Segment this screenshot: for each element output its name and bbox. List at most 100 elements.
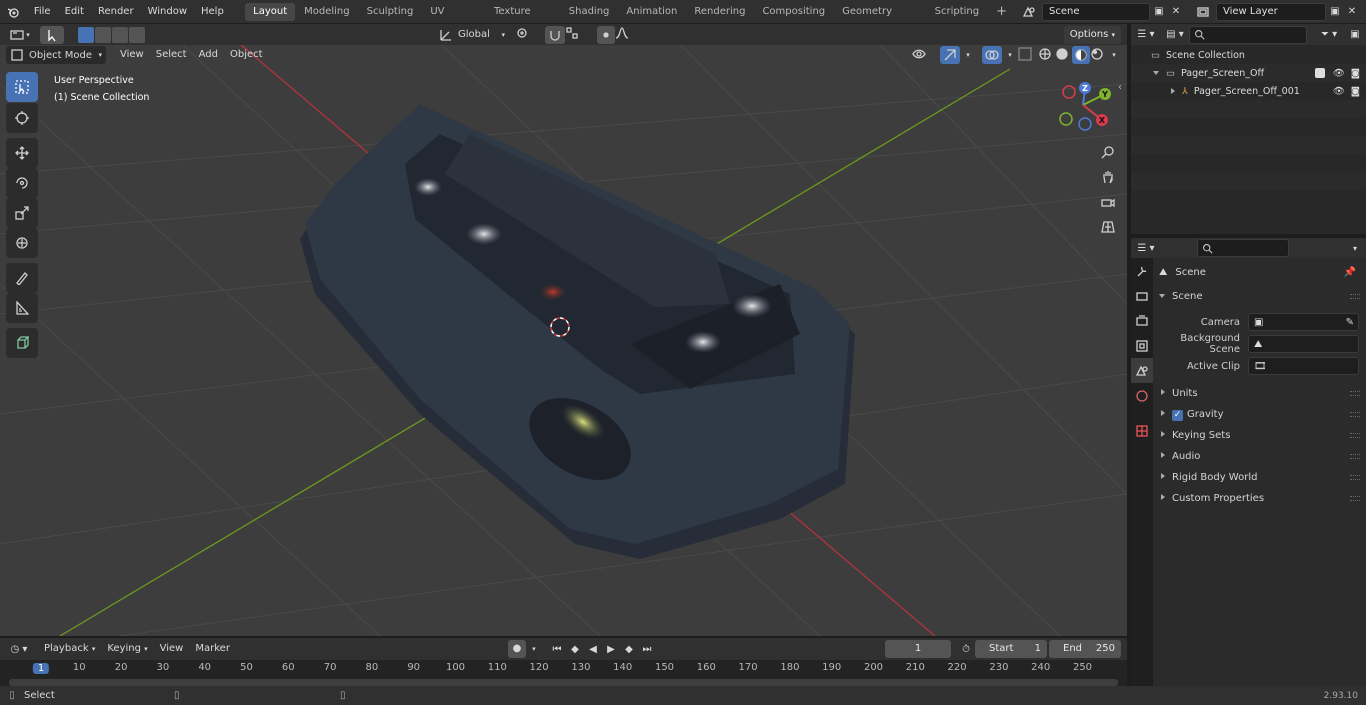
shading-wireframe-icon[interactable] xyxy=(1038,47,1055,64)
shading-dropdown-icon[interactable]: ▾ xyxy=(1107,51,1121,59)
tab-modeling[interactable]: Modeling xyxy=(296,3,358,21)
overlay-toggle-icon[interactable] xyxy=(982,46,1002,64)
play-button[interactable]: ▶ xyxy=(602,644,620,655)
properties-search-input[interactable] xyxy=(1197,239,1289,257)
tab-rendering[interactable]: Rendering xyxy=(686,3,753,21)
panel-rigid-body-world-header[interactable]: Rigid Body World xyxy=(1153,467,1366,488)
rotate-tool[interactable] xyxy=(6,168,38,198)
timeline-menu-keying[interactable]: Keying ▾ xyxy=(101,640,153,658)
add-cube-tool[interactable] xyxy=(6,328,38,358)
outliner-filter-icon[interactable]: ⏷ ▾ xyxy=(1314,29,1344,40)
falloff-icon[interactable] xyxy=(615,26,637,43)
jump-start-button[interactable]: ⏮ xyxy=(548,644,566,655)
overlay-dropdown-icon[interactable]: ▾ xyxy=(1002,51,1018,59)
snap-element-icon[interactable] xyxy=(565,26,589,43)
pivot-point-icon[interactable] xyxy=(515,26,545,43)
tab-tool-icon[interactable] xyxy=(1131,258,1153,283)
outliner-row-collection[interactable]: ▭ Pager_Screen_Off 👁 ◙ xyxy=(1131,64,1366,82)
viewport-menu-view[interactable]: View xyxy=(114,46,150,64)
xray-toggle-icon[interactable] xyxy=(1018,46,1038,64)
expand-arrow-icon[interactable] xyxy=(1153,71,1159,75)
panel-scene-header[interactable]: Scene xyxy=(1153,286,1366,307)
timeline-editor-type-icon[interactable]: ◷ ▾ xyxy=(0,644,38,655)
collapse-sidebar-icon[interactable]: ‹ xyxy=(1118,82,1122,93)
timeline-scrollbar[interactable] xyxy=(9,679,1118,686)
end-frame-field[interactable]: End 250 xyxy=(1049,640,1121,658)
play-reverse-button[interactable]: ◀ xyxy=(584,644,602,655)
3d-viewport[interactable]: User Perspective (1) Scene Collection Z … xyxy=(0,24,1127,636)
shading-rendered-icon[interactable] xyxy=(1090,47,1107,64)
panel-units-header[interactable]: Units xyxy=(1153,383,1366,404)
tab-uv-editing[interactable]: UV Editing xyxy=(422,3,485,35)
view-layer-icon[interactable] xyxy=(1190,5,1216,19)
scene-selector-icon[interactable] xyxy=(1016,5,1042,19)
record-button[interactable]: ● xyxy=(507,640,526,658)
tab-animation[interactable]: Animation xyxy=(618,3,685,21)
delete-scene-icon[interactable]: ✕ xyxy=(1168,6,1184,17)
pager-model[interactable] xyxy=(300,104,855,559)
timeline-area[interactable]: 1 10 20 30 40 50 60 70 80 90 100 110 120 130 140 150 160… xyxy=(0,660,1127,686)
mode-dropdown[interactable]: Object Mode ▾ xyxy=(6,46,106,64)
options-dropdown[interactable]: Options ▾ xyxy=(1063,25,1121,44)
blender-logo-icon[interactable] xyxy=(0,5,27,19)
navigation-gizmo[interactable]: Z Y X xyxy=(1055,79,1115,134)
shading-solid-icon[interactable] xyxy=(1055,47,1072,64)
select-invert-icon[interactable] xyxy=(129,26,145,43)
menu-help[interactable]: Help xyxy=(194,0,231,24)
viewport-menu-add[interactable]: Add xyxy=(193,46,224,64)
tab-sculpting[interactable]: Sculpting xyxy=(359,3,422,21)
active-tool-icon[interactable] xyxy=(40,25,64,44)
outliner-row-object[interactable]: ⅄ Pager_Screen_Off_001 👁 ◙ xyxy=(1131,82,1366,100)
gravity-checkbox[interactable]: ✓ xyxy=(1172,410,1183,421)
viewport-menu-select[interactable]: Select xyxy=(150,46,193,64)
perspective-toggle-icon[interactable] xyxy=(1097,216,1119,238)
shading-material-icon[interactable] xyxy=(1072,46,1090,64)
view-layer-field[interactable]: View Layer xyxy=(1216,2,1326,21)
outliner-search-input[interactable] xyxy=(1189,25,1307,44)
eye-icon[interactable]: 👁 xyxy=(1333,86,1345,97)
panel-keying-sets-header[interactable]: Keying Sets xyxy=(1153,425,1366,446)
scale-tool[interactable] xyxy=(6,198,38,228)
next-keyframe-button[interactable]: ◆ xyxy=(620,644,638,655)
camera-render-icon[interactable]: ◙ xyxy=(1351,86,1360,97)
cursor-tool[interactable] xyxy=(6,103,38,133)
properties-editor-type-icon[interactable]: ☰ ▾ xyxy=(1131,243,1161,254)
eye-icon[interactable]: 👁 xyxy=(1333,68,1345,79)
new-view-layer-icon[interactable]: ▣ xyxy=(1326,6,1344,17)
prev-keyframe-button[interactable]: ◆ xyxy=(566,644,584,655)
jump-end-button[interactable]: ⏭ xyxy=(638,644,656,655)
annotate-tool[interactable] xyxy=(6,263,38,293)
measure-tool[interactable] xyxy=(6,293,38,323)
tab-output-icon[interactable] xyxy=(1131,308,1153,333)
start-frame-field[interactable]: Start 1 xyxy=(975,640,1047,658)
panel-audio-header[interactable]: Audio xyxy=(1153,446,1366,467)
add-workspace-button[interactable]: + xyxy=(988,3,1015,21)
menu-edit[interactable]: Edit xyxy=(58,0,91,24)
outliner-editor-type-icon[interactable]: ☰ ▾ xyxy=(1131,29,1161,40)
tab-geometry-nodes[interactable]: Geometry Nodes xyxy=(834,3,925,35)
menu-file[interactable]: File xyxy=(27,0,58,24)
tab-scripting[interactable]: Scripting xyxy=(927,3,987,21)
transform-tool[interactable] xyxy=(6,228,38,258)
panel-gravity-header[interactable]: ✓ Gravity xyxy=(1153,404,1366,425)
tab-view-layer-icon[interactable] xyxy=(1131,333,1153,358)
viewport-menu-object[interactable]: Object xyxy=(224,46,269,64)
tab-compositing[interactable]: Compositing xyxy=(754,3,833,21)
tab-texture-icon[interactable] xyxy=(1131,418,1153,443)
delete-view-layer-icon[interactable]: ✕ xyxy=(1344,6,1360,17)
record-dropdown-icon[interactable]: ▾ xyxy=(526,645,542,653)
background-scene-field[interactable]: ⛰ xyxy=(1248,335,1359,353)
stopwatch-icon[interactable]: ⏱ xyxy=(957,644,975,655)
timeline-menu-playback[interactable]: Playback ▾ xyxy=(38,640,101,658)
outliner-new-collection-icon[interactable]: ▣ xyxy=(1344,29,1366,40)
tab-world-icon[interactable] xyxy=(1131,383,1153,408)
tab-scene-icon[interactable] xyxy=(1131,358,1153,383)
playhead-frame-marker[interactable]: 1 xyxy=(32,663,50,674)
properties-options-icon[interactable]: ▾ xyxy=(1344,244,1366,253)
scene-name-field[interactable]: Scene xyxy=(1042,2,1150,21)
timeline-menu-marker[interactable]: Marker xyxy=(189,640,236,658)
select-subtract-icon[interactable] xyxy=(112,26,128,43)
panel-custom-properties-header[interactable]: Custom Properties xyxy=(1153,488,1366,509)
camera-field[interactable]: ▣ ✎ xyxy=(1248,313,1359,331)
zoom-icon[interactable] xyxy=(1097,141,1119,163)
